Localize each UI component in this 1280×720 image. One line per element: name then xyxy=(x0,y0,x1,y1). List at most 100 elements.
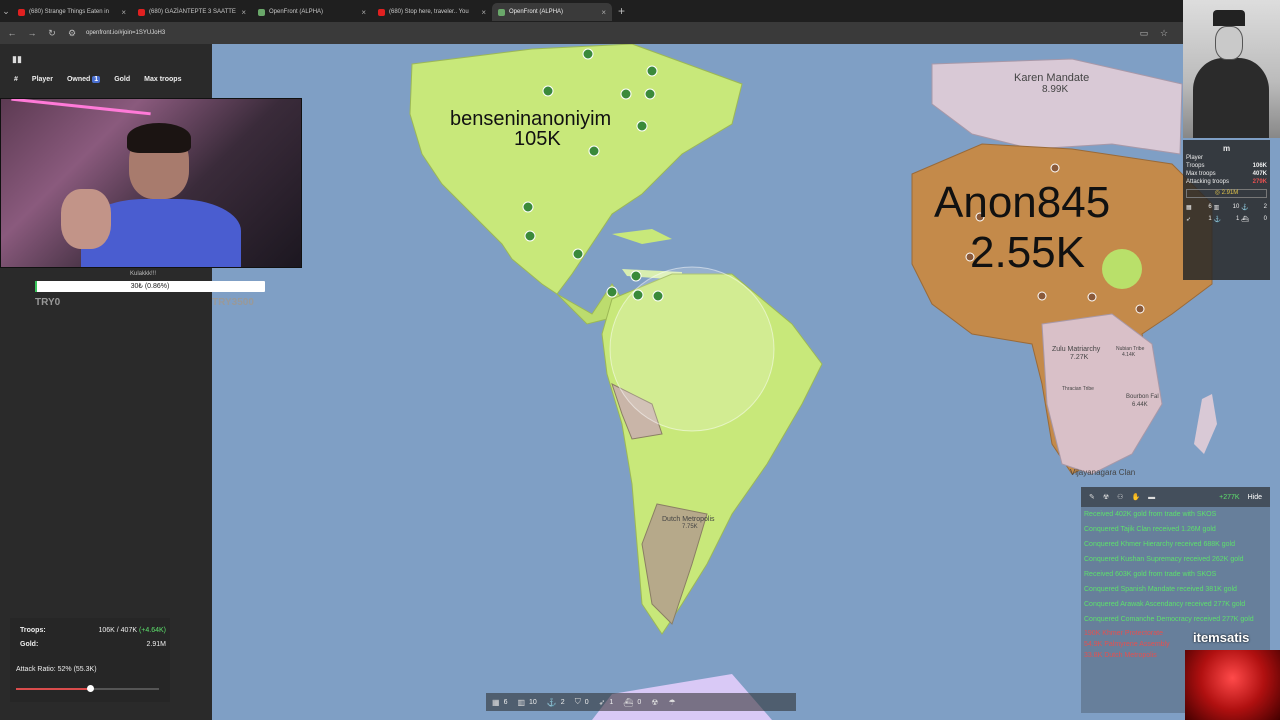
gold-label: Gold: xyxy=(20,641,39,648)
tab-title: (680) GAZİANTEPTE 3 SAATTE xyxy=(149,9,236,15)
shield-icon: ⛉ xyxy=(574,697,581,706)
attacking-troops-label: Attacking troops xyxy=(1186,179,1230,185)
city-count: 6 xyxy=(1208,204,1212,210)
back-icon[interactable]: ← xyxy=(6,28,18,38)
nation-troops-label: 4.14K xyxy=(1122,352,1136,358)
youtube-icon xyxy=(138,8,145,16)
attacking-troops-value: 279K xyxy=(1252,179,1267,185)
gold-value: 2.91M xyxy=(146,641,166,648)
max-troops-value: 407K xyxy=(1252,171,1267,177)
stream-photo-overlay xyxy=(1183,0,1280,138)
defense-count: 0 xyxy=(584,698,589,706)
donation-progress-bar: 30₺ (0.86%) xyxy=(35,281,265,292)
globe-icon xyxy=(498,8,505,16)
city-icon: ▦ xyxy=(1186,205,1192,211)
factory-icon: ▥ xyxy=(1213,205,1220,211)
port-count: 2 xyxy=(560,698,565,706)
player-card-type: Player xyxy=(1186,155,1204,161)
tab-list-icon[interactable]: ⌄ xyxy=(0,6,12,17)
warship-icon: ⛴ xyxy=(1241,217,1249,223)
warship-count: 0 xyxy=(1263,216,1267,222)
browser-tab[interactable]: (680) Stop here, traveler.. You × xyxy=(372,3,492,21)
hide-button[interactable]: Hide xyxy=(1248,494,1262,501)
pencil-icon[interactable]: ✎ xyxy=(1089,493,1095,501)
forward-icon[interactable]: → xyxy=(26,28,38,38)
column-player[interactable]: Player xyxy=(32,76,53,83)
watermark-logo: itemsatis xyxy=(1193,630,1250,645)
attack-ratio-slider[interactable] xyxy=(16,685,159,692)
nation-name-label: Karen Mandate xyxy=(1014,72,1090,84)
build-defense-button[interactable]: ⛉ 0 xyxy=(575,697,589,707)
gold-icon: ◎ xyxy=(1214,190,1222,196)
player-troops-label: 105K xyxy=(514,128,561,150)
donation-min: TRY0 xyxy=(35,297,61,308)
browser-tab[interactable]: OpenFront (ALPHA) × xyxy=(252,3,372,21)
column-gold[interactable]: Gold xyxy=(114,76,130,83)
browser-tab[interactable]: (680) Strange Things Eaten in × xyxy=(12,3,132,21)
youtube-icon xyxy=(18,8,25,16)
address-bar: ← → ↻ ⚙ openfront.io/#join=1SYUJoH3 ▭ ☆ xyxy=(0,22,1280,44)
enemy-name-label: Anon845 xyxy=(934,178,1111,227)
attack-ratio-label: Attack Ratio: 52% (55.3K) xyxy=(16,666,97,673)
attack-ratio-fill xyxy=(16,688,91,690)
leaderboard-icon[interactable]: ▮▮ xyxy=(12,54,22,65)
factory-icon: ▥ xyxy=(517,697,526,707)
hydrogen-bomb-icon: ☂ xyxy=(668,697,676,707)
missile-icon: ➶ xyxy=(598,697,606,707)
event-log-header: ✎ ☢ ⚇ ✋ ▬ +277K Hide xyxy=(1081,487,1270,507)
nuke-filter-icon[interactable]: ☢ xyxy=(1103,493,1109,501)
event-item: Conquered Khmer Hierarchy received 688K … xyxy=(1084,541,1235,548)
column-owned[interactable]: Owned 1 xyxy=(67,76,101,83)
donation-max: TRY3500 xyxy=(212,297,254,308)
bookmark-icon[interactable]: ☆ xyxy=(1158,28,1170,39)
url-field[interactable]: openfront.io/#join=1SYUJoH3 xyxy=(86,30,165,36)
build-port-button[interactable]: ⚓ 2 xyxy=(547,698,565,707)
close-tab-icon[interactable]: × xyxy=(481,8,486,17)
build-warship-button[interactable]: ⛴ 0 xyxy=(623,698,641,707)
browser-tab[interactable]: (680) GAZİANTEPTE 3 SAATTE × xyxy=(132,3,252,21)
troops-gain: (+4.64K) xyxy=(138,627,166,634)
reload-icon[interactable]: ↻ xyxy=(46,28,58,39)
port-icon: ⚓ xyxy=(1213,217,1222,223)
player-blob xyxy=(1102,249,1142,289)
event-item: Received 402K gold from trade with SKOS xyxy=(1084,511,1217,518)
troops-value: 106K xyxy=(1252,163,1267,169)
event-item: Conquered Comanche Democracy received 27… xyxy=(1084,616,1254,623)
nation-troops-label: 7.75K xyxy=(682,524,698,530)
tab-title: (680) Strange Things Eaten in xyxy=(29,9,109,15)
cast-icon[interactable]: ▭ xyxy=(1138,28,1150,39)
sort-badge: 1 xyxy=(92,76,101,83)
warship-count: 0 xyxy=(637,698,642,706)
close-tab-icon[interactable]: × xyxy=(601,8,606,17)
build-hydrogen-button[interactable]: ☂ xyxy=(668,698,675,707)
column-max-troops[interactable]: Max troops xyxy=(144,76,181,83)
column-rank[interactable]: # xyxy=(14,76,18,83)
site-info-icon[interactable]: ⚙ xyxy=(66,28,78,39)
missile-count: 1 xyxy=(609,698,614,706)
close-tab-icon[interactable]: × xyxy=(121,8,126,17)
missile-icon: ➶ xyxy=(1186,217,1192,223)
browser-tab-bar: ⌄ (680) Strange Things Eaten in × (680) G… xyxy=(0,0,1280,22)
handshake-icon[interactable]: ✋ xyxy=(1131,493,1140,501)
event-item: Conquered Spanish Mandate received 381K … xyxy=(1084,586,1237,593)
factory-count: 10 xyxy=(1232,204,1240,210)
alliance-filter-icon[interactable]: ⚇ xyxy=(1117,493,1123,501)
new-tab-icon[interactable]: + xyxy=(612,4,625,18)
chat-icon[interactable]: ▬ xyxy=(1148,494,1155,501)
enemy-troops-label: 2.55K xyxy=(970,228,1085,277)
build-factory-button[interactable]: ▥ 10 xyxy=(517,698,536,707)
nation-name-label: Thracian Tribe xyxy=(1062,386,1094,392)
nation-troops-label: 7.27K xyxy=(1070,354,1089,361)
attack-ratio-handle[interactable] xyxy=(87,685,95,692)
anchor-icon: ⚓ xyxy=(546,697,557,707)
donation-progress-text: 30₺ (0.86%) xyxy=(130,283,170,290)
left-panel: ▮▮ # Player Owned 1 Gold Max troops Kulak… xyxy=(0,44,302,720)
build-city-button[interactable]: ▦ 6 xyxy=(492,698,507,707)
build-nuke-button[interactable]: ☢ xyxy=(651,698,658,707)
browser-tab-active[interactable]: OpenFront (ALPHA) × xyxy=(492,3,612,21)
build-missile-button[interactable]: ➶ 1 xyxy=(599,698,614,707)
player-stats-box: Troops: 106K / 407K (+4.64K) Gold: 2.91M A… xyxy=(10,618,170,702)
close-tab-icon[interactable]: × xyxy=(241,8,246,17)
close-tab-icon[interactable]: × xyxy=(361,8,366,17)
player-card-name: m xyxy=(1222,144,1231,153)
